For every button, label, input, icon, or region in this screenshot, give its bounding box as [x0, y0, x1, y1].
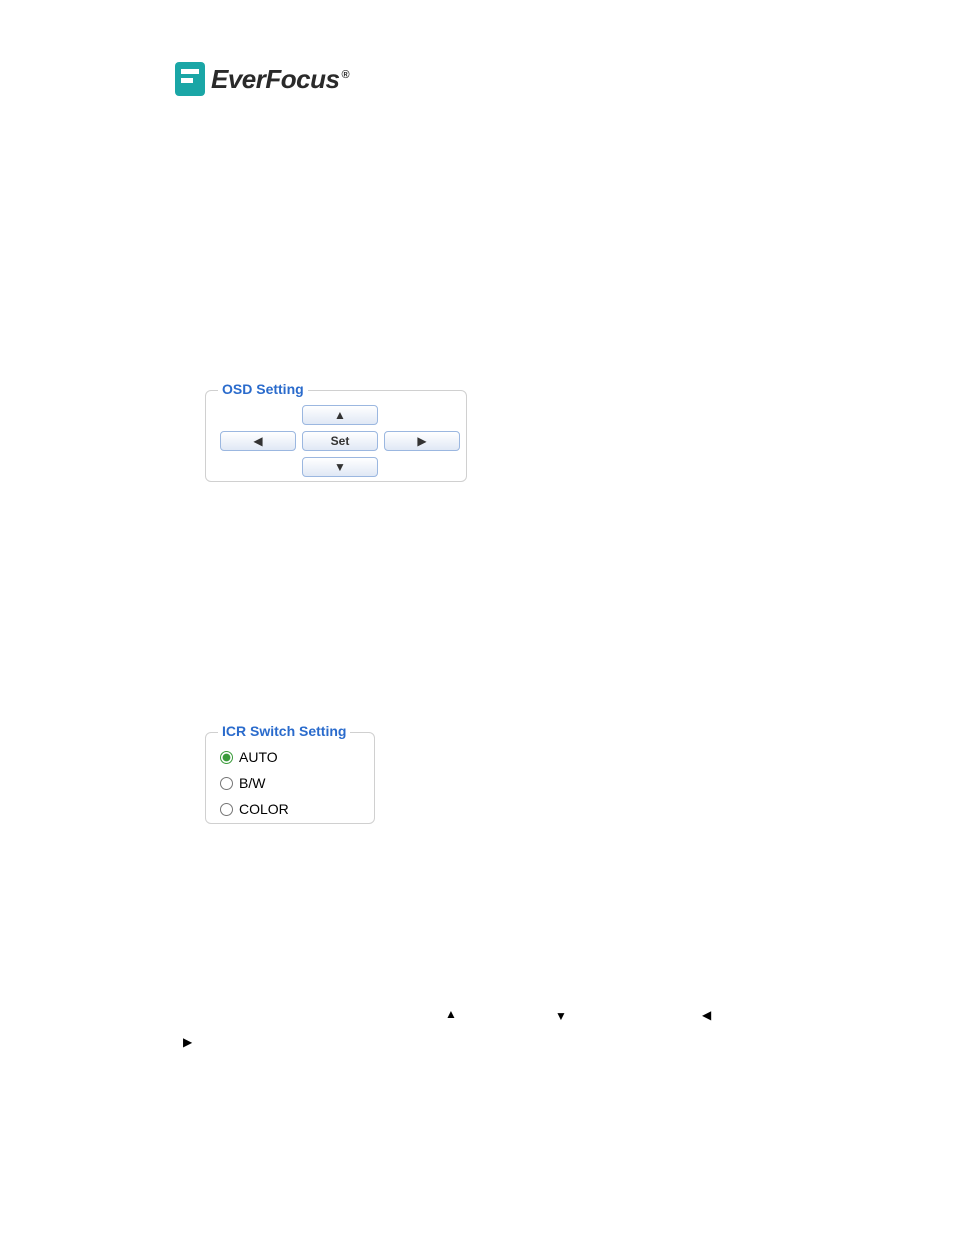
inline-triangle-up-icon: ▲	[445, 1008, 457, 1020]
icr-label-color: COLOR	[239, 801, 289, 817]
inline-triangle-down-icon: ▼	[555, 1010, 567, 1022]
icr-radio-auto[interactable]	[220, 751, 233, 764]
osd-set-label: Set	[331, 434, 350, 448]
triangle-left-icon: ◀	[253, 434, 262, 448]
icr-radio-color[interactable]	[220, 803, 233, 816]
brand-name-text: EverFocus	[211, 64, 339, 94]
page: EverFocus® OSD Setting ▲ ◀ Set ▶ ▼ ICR S…	[0, 0, 954, 1235]
icr-option-auto[interactable]: AUTO	[220, 749, 278, 765]
icr-option-bw[interactable]: B/W	[220, 775, 265, 791]
icr-label-bw: B/W	[239, 775, 265, 791]
icr-switch-panel: ICR Switch Setting AUTO B/W COLOR	[205, 732, 375, 824]
osd-set-button[interactable]: Set	[302, 431, 378, 451]
registered-mark: ®	[341, 69, 349, 81]
icr-option-color[interactable]: COLOR	[220, 801, 289, 817]
osd-right-button[interactable]: ▶	[384, 431, 460, 451]
brand-mark-icon	[175, 62, 205, 96]
icr-label-auto: AUTO	[239, 749, 278, 765]
triangle-up-icon: ▲	[334, 408, 346, 422]
osd-setting-legend: OSD Setting	[218, 381, 308, 397]
osd-setting-panel: OSD Setting ▲ ◀ Set ▶ ▼	[205, 390, 467, 482]
brand-name: EverFocus®	[211, 64, 349, 95]
osd-up-button[interactable]: ▲	[302, 405, 378, 425]
brand-logo: EverFocus®	[175, 62, 349, 96]
icr-radio-bw[interactable]	[220, 777, 233, 790]
inline-triangle-right-icon: ▶	[183, 1036, 192, 1048]
osd-down-button[interactable]: ▼	[302, 457, 378, 477]
osd-left-button[interactable]: ◀	[220, 431, 296, 451]
triangle-down-icon: ▼	[334, 460, 346, 474]
icr-switch-legend: ICR Switch Setting	[218, 723, 350, 739]
inline-triangle-left-icon: ◀	[702, 1009, 711, 1021]
triangle-right-icon: ▶	[417, 434, 426, 448]
